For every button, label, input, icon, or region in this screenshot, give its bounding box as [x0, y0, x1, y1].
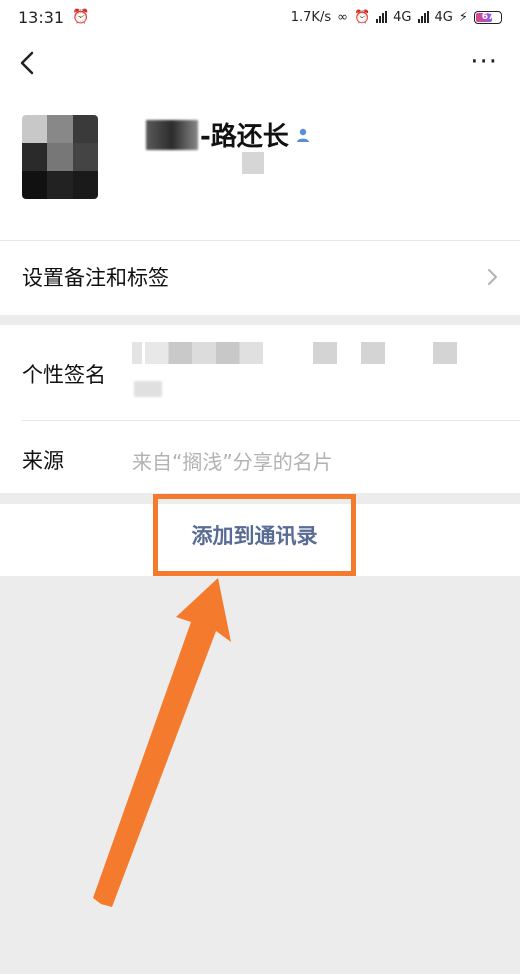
- contact-name-text: -路还长: [200, 122, 289, 152]
- back-button[interactable]: [14, 46, 42, 80]
- alarm-icon: ⏰: [72, 9, 90, 25]
- signature-redaction: [134, 381, 162, 397]
- add-to-contacts-label: 添加到通讯录: [191, 524, 318, 548]
- network-type-1: 4G: [393, 9, 412, 25]
- signature-redaction: [145, 342, 263, 364]
- section-gap: [0, 315, 520, 325]
- status-time: 13:31: [18, 7, 65, 27]
- name-redaction: [146, 119, 198, 150]
- link-icon: ∞: [337, 9, 348, 25]
- signal-icon-2: [417, 11, 429, 23]
- remark-tags-row[interactable]: 设置备注和标签: [0, 241, 520, 315]
- subtitle-redaction: [242, 152, 264, 174]
- more-options-button[interactable]: ···: [470, 49, 498, 75]
- source-value: 来自“搁浅”分享的名片: [132, 450, 333, 474]
- network-type-2: 4G: [434, 9, 453, 25]
- battery-icon: 67: [474, 10, 502, 24]
- status-indicators: 1.7K/s ∞ ⏰ 4G 4G ⚡ 67: [291, 10, 502, 25]
- row-divider: [22, 420, 520, 421]
- battery-level: 67: [481, 12, 495, 22]
- remark-tags-label: 设置备注和标签: [22, 266, 169, 290]
- add-to-contacts-button[interactable]: 添加到通讯录: [153, 494, 356, 576]
- signature-redaction: [313, 342, 337, 364]
- charging-icon: ⚡: [458, 9, 468, 25]
- back-arrow-icon: [20, 51, 34, 75]
- net-speed: 1.7K/s: [290, 9, 332, 25]
- contact-name: -路还长: [146, 116, 311, 153]
- signature-redaction: [361, 342, 385, 364]
- signature-redaction: [433, 342, 457, 364]
- chevron-right-icon: [488, 269, 497, 285]
- signature-redaction: [132, 342, 142, 364]
- contact-person-icon: [296, 128, 309, 142]
- source-label: 来源: [22, 449, 64, 473]
- signature-label: 个性签名: [22, 363, 106, 387]
- alarm-clock-icon: ⏰: [353, 9, 371, 25]
- status-bar: 13:31 ⏰ 1.7K/s ∞ ⏰ 4G 4G ⚡ 67: [0, 0, 520, 34]
- avatar[interactable]: [22, 115, 98, 199]
- info-section: 个性签名 来源 来自“搁浅”分享的名片: [0, 325, 520, 493]
- signal-icon: [376, 11, 388, 23]
